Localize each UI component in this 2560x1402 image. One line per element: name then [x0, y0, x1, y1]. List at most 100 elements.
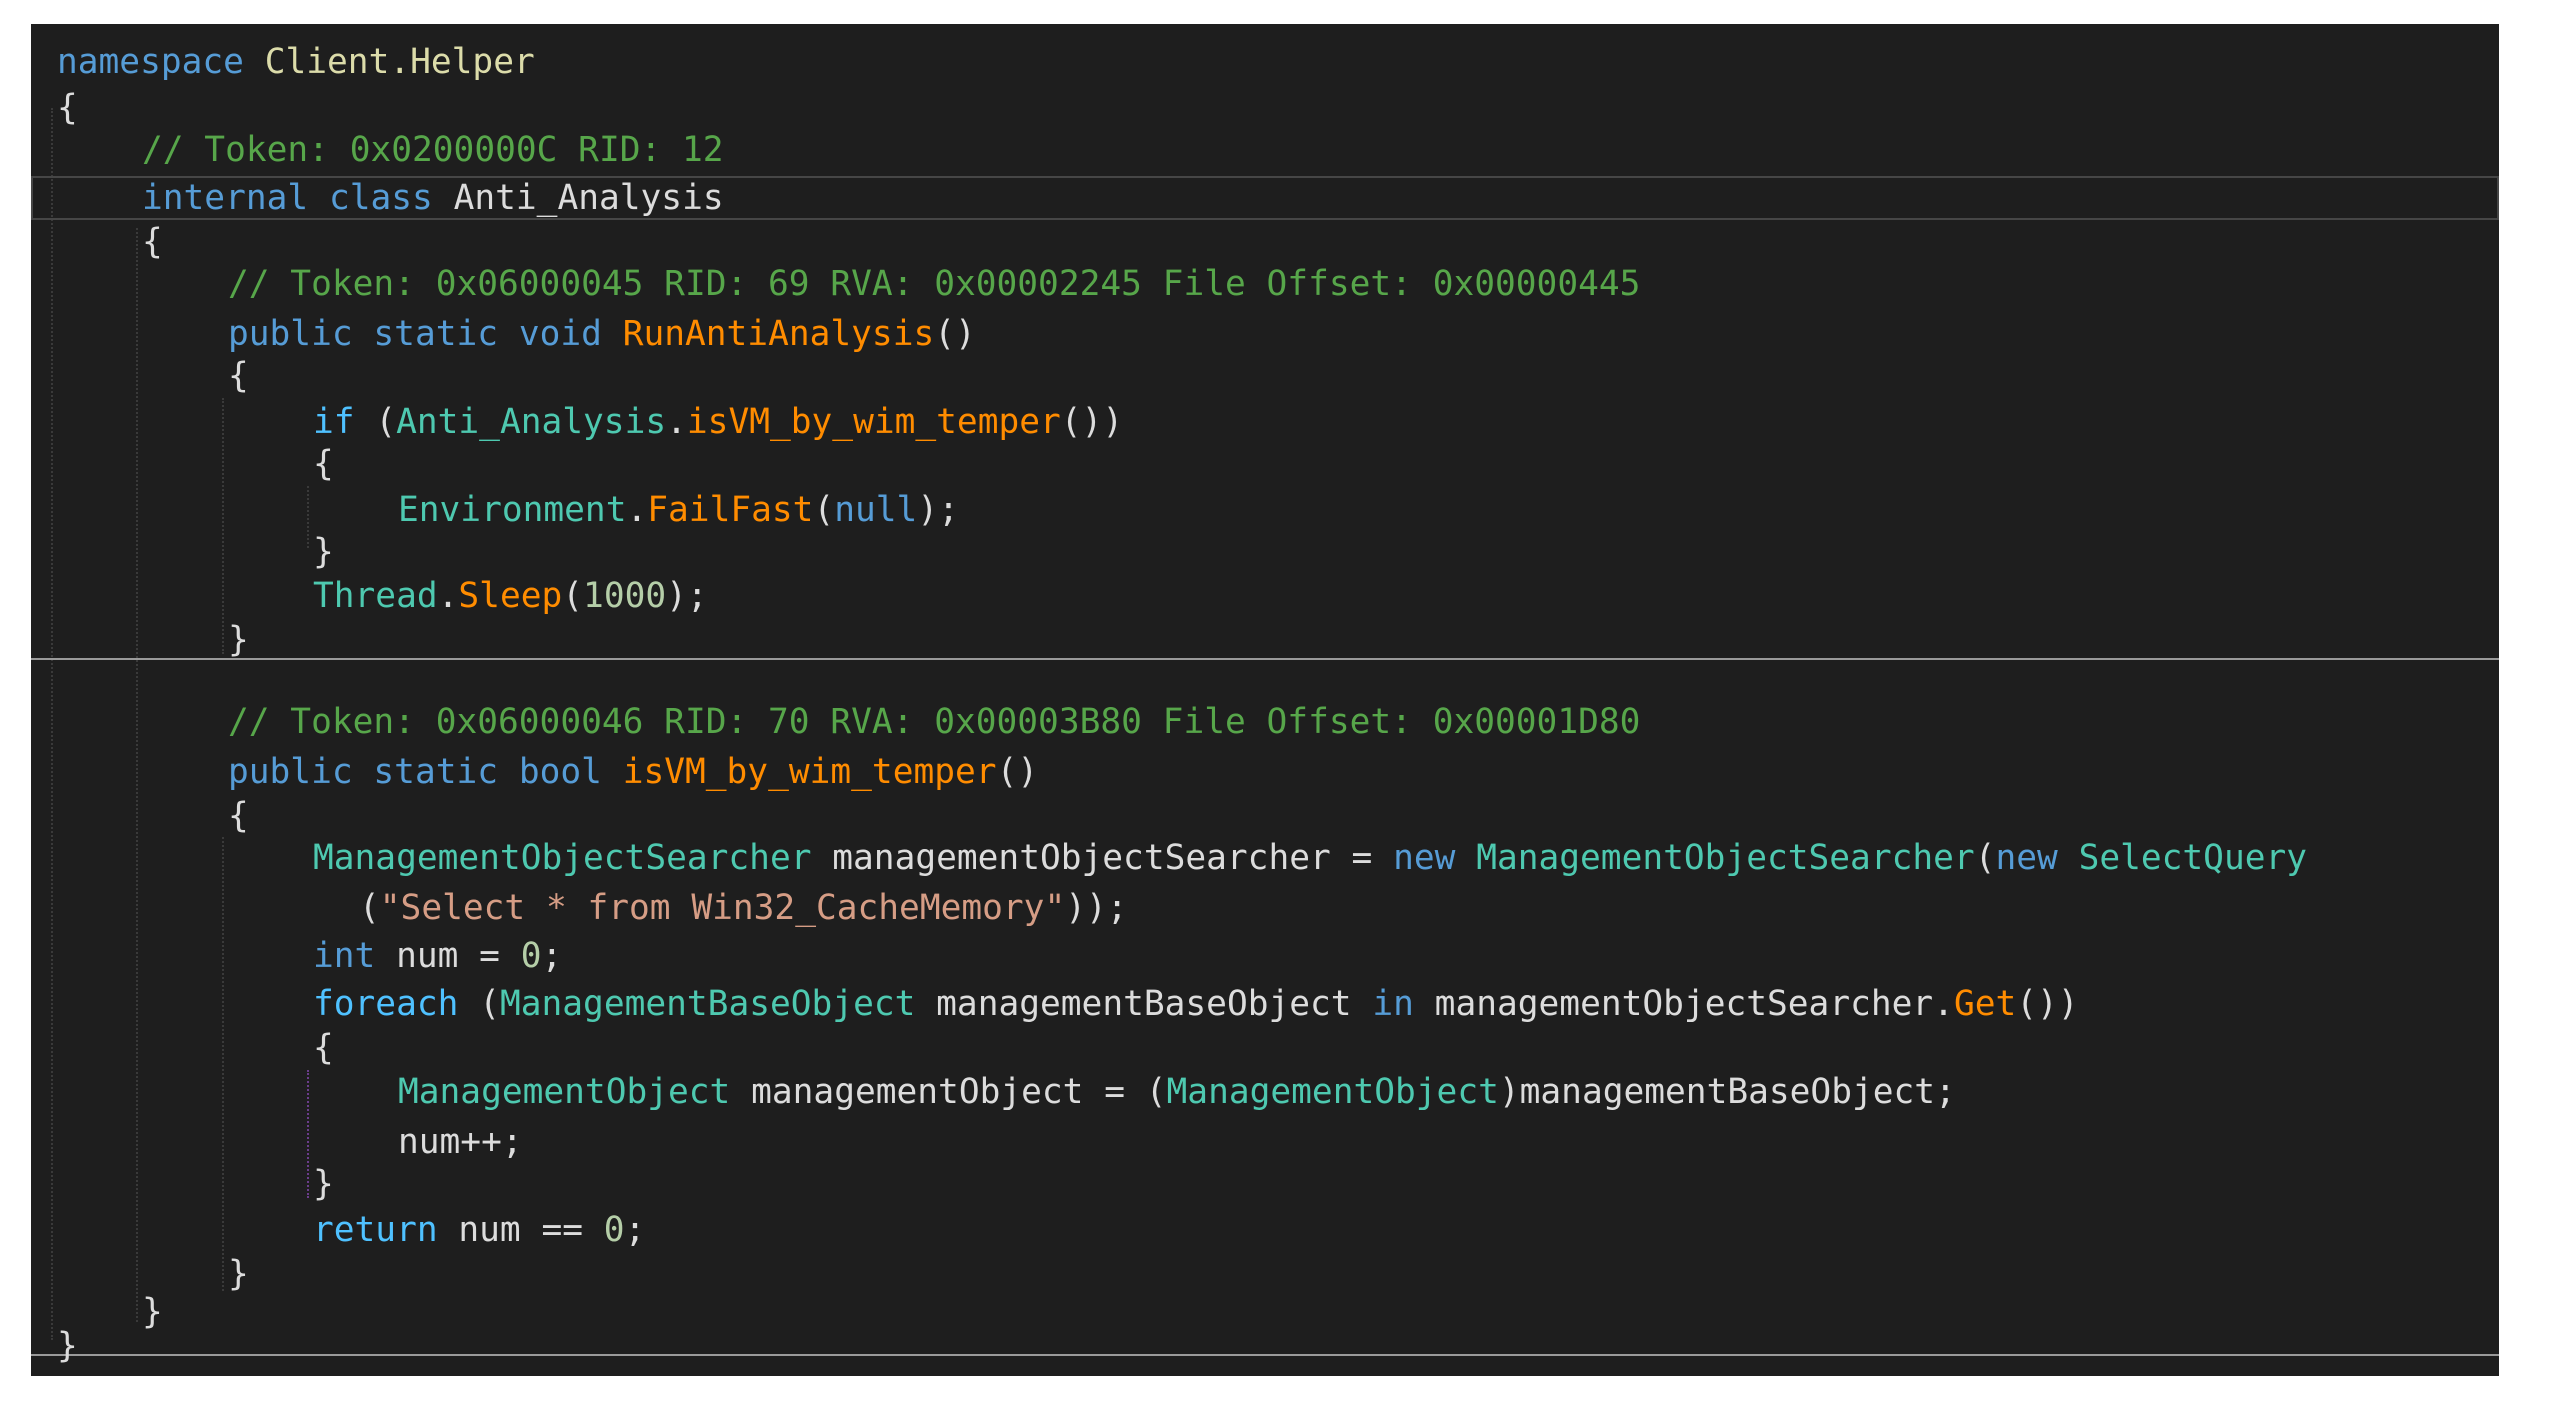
- brace: }: [228, 1254, 249, 1294]
- brace: {: [57, 88, 78, 128]
- type-name: Environment: [398, 490, 627, 530]
- type-name: SelectQuery: [2078, 838, 2308, 878]
- cast-expr: )managementBaseObject;: [1498, 1072, 1956, 1112]
- code-line-if-close: }: [313, 530, 334, 574]
- method-separator-end: [31, 1354, 2499, 1356]
- brace: {: [313, 444, 334, 484]
- code-line-foreach-open: {: [313, 1026, 334, 1070]
- variable-decl: managementBaseObject: [915, 984, 1373, 1024]
- paren: (: [562, 576, 584, 616]
- parens: (): [996, 752, 1039, 792]
- keyword-null: null: [834, 490, 918, 530]
- parens: (): [934, 314, 976, 354]
- code-line-num-decl: int num = 0;: [313, 934, 562, 978]
- dot: .: [437, 576, 459, 616]
- keyword-static: static: [373, 752, 499, 792]
- method-separator: [31, 658, 2499, 660]
- class-name: Anti_Analysis: [453, 178, 724, 218]
- keyword-public: public: [228, 314, 353, 354]
- method-call: Get: [1953, 984, 2017, 1024]
- code-line-namespace-open: {: [57, 86, 78, 130]
- code-line-m1-if: if (Anti_Analysis.isVM_by_wim_temper()): [313, 400, 1123, 444]
- namespace-sub: Helper: [410, 42, 535, 82]
- code-line-query: ("Select * from Win32_CacheMemory"));: [359, 886, 1128, 930]
- keyword-class: class: [328, 178, 433, 218]
- variable-ref: managementObjectSearcher.: [1413, 984, 1954, 1024]
- code-editor[interactable]: namespace Client.Helper { // Token: 0x02…: [31, 24, 2499, 1376]
- number: 1000: [583, 576, 667, 616]
- paren: );: [666, 576, 708, 616]
- code-line-mo: ManagementObject managementObject = (Man…: [398, 1070, 1956, 1114]
- code-line-sleep: Thread.Sleep(1000);: [313, 574, 708, 618]
- statement: num++;: [398, 1122, 523, 1162]
- code-line-class-decl: internal class Anti_Analysis: [142, 176, 724, 220]
- indent-guide-class: [136, 228, 138, 1322]
- variable-decl: managementObject = (: [730, 1072, 1167, 1112]
- brace: }: [313, 1164, 334, 1204]
- keyword-new: new: [1995, 838, 2058, 878]
- method-call: Sleep: [458, 576, 563, 616]
- type-name: ManagementObjectSearcher: [313, 838, 812, 878]
- dot: .: [666, 402, 687, 442]
- code-line-class-comment: // Token: 0x0200000C RID: 12: [142, 128, 724, 172]
- code-line-class-open: {: [142, 220, 163, 264]
- namespace-name: Client: [264, 42, 390, 82]
- variable-decl: num =: [375, 936, 521, 976]
- brace: }: [142, 1292, 163, 1332]
- keyword-static: static: [373, 314, 499, 354]
- method-call: FailFast: [647, 490, 814, 530]
- code-line-namespace-close: }: [57, 1324, 78, 1368]
- paren: ()): [1060, 402, 1124, 442]
- brace: {: [142, 222, 163, 262]
- code-line-failfast: Environment.FailFast(null);: [398, 488, 959, 532]
- type-name: Thread: [313, 576, 438, 616]
- code-line-m2-comment: // Token: 0x06000046 RID: 70 RVA: 0x0000…: [228, 700, 1640, 744]
- keyword-public: public: [228, 752, 353, 792]
- code-line-if-open: {: [313, 442, 334, 486]
- paren: ));: [1065, 888, 1128, 928]
- semicolon: ;: [624, 1210, 646, 1250]
- code-line-num-inc: num++;: [398, 1120, 523, 1164]
- keyword-foreach: foreach: [313, 984, 459, 1024]
- comment: // Token: 0x06000045 RID: 69 RVA: 0x0000…: [228, 264, 1641, 304]
- brace: }: [57, 1326, 78, 1366]
- paren: (: [354, 402, 397, 442]
- type-name: ManagementBaseObject: [499, 984, 916, 1024]
- type-name: ManagementObject: [1166, 1072, 1499, 1112]
- number: 0: [520, 936, 542, 976]
- brace: }: [228, 620, 249, 660]
- code-line-foreach: foreach (ManagementBaseObject management…: [313, 982, 2079, 1026]
- keyword-new: new: [1393, 838, 1456, 878]
- type-name: ManagementObject: [398, 1072, 731, 1112]
- code-line-m1-close: }: [228, 618, 249, 662]
- keyword-if: if: [313, 402, 355, 442]
- code-line-m2-decl: public static bool isVM_by_wim_temper(): [228, 750, 1038, 794]
- code-line-m2-close: }: [228, 1252, 249, 1296]
- comment: // Token: 0x0200000C RID: 12: [142, 130, 724, 170]
- brace: }: [313, 532, 334, 572]
- brace: {: [228, 796, 249, 836]
- method-call: isVM_by_wim_temper: [686, 402, 1061, 442]
- brace: {: [313, 1028, 334, 1068]
- code-line-searcher: ManagementObjectSearcher managementObjec…: [313, 836, 2307, 880]
- expression: num ==: [437, 1210, 604, 1250]
- dot: .: [626, 490, 648, 530]
- code-line-foreach-close: }: [313, 1162, 334, 1206]
- code-line-m1-comment: // Token: 0x06000045 RID: 69 RVA: 0x0000…: [228, 262, 1640, 306]
- paren: );: [917, 490, 959, 530]
- code-line-m1-open: {: [228, 354, 249, 398]
- number: 0: [603, 1210, 625, 1250]
- semicolon: ;: [541, 936, 563, 976]
- type-name: Anti_Analysis: [396, 402, 667, 442]
- brace: {: [228, 356, 249, 396]
- paren: (: [359, 888, 380, 928]
- variable-decl: managementObjectSearcher =: [811, 838, 1394, 878]
- code-line-return: return num == 0;: [313, 1208, 645, 1252]
- paren: ()): [2016, 984, 2079, 1024]
- indent-guide-method2: [222, 837, 224, 1291]
- keyword-internal: internal: [142, 178, 309, 218]
- keyword-in: in: [1372, 984, 1414, 1024]
- paren: (: [1974, 838, 1996, 878]
- paren: (: [479, 984, 500, 1024]
- code-line-namespace: namespace Client.Helper: [57, 40, 535, 84]
